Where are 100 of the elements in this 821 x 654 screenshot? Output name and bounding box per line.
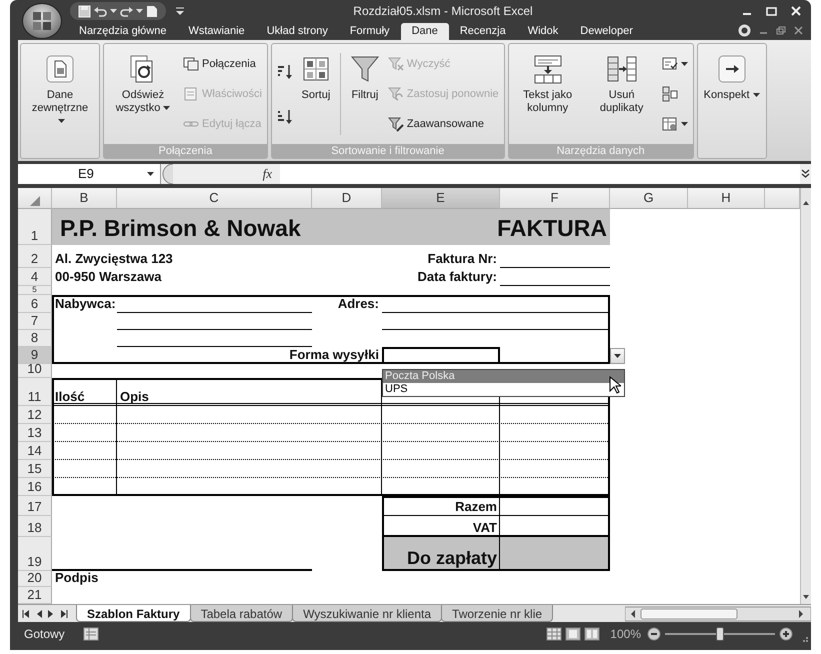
ribbon-tab[interactable]: Wstawianie [177, 23, 256, 40]
sheet-tab[interactable]: Tworzenie nr klie [441, 605, 554, 622]
record-macro-icon[interactable] [82, 627, 99, 641]
spreadsheet-cell-text: Razem [454, 499, 498, 516]
column-header[interactable]: C [117, 188, 312, 209]
help-icon[interactable] [738, 24, 751, 37]
ribbon-button[interactable]: Zaawansowane [386, 115, 501, 133]
row-header[interactable]: 15 [18, 460, 52, 478]
row-header[interactable]: 16 [18, 478, 52, 496]
column-header[interactable]: G [610, 188, 688, 209]
spreadsheet-cell-text: Opis [119, 389, 150, 406]
what-if-icon [662, 116, 678, 132]
row-header[interactable]: 9 [18, 347, 52, 364]
zoom-level[interactable]: 100% [610, 625, 641, 643]
ribbon-button[interactable]: Usuń duplikaty [586, 47, 658, 141]
row-header[interactable]: 13 [18, 424, 52, 442]
ribbon-button[interactable]: Tekst jako kolumny [512, 47, 584, 141]
spreadsheet-cell-text: VAT [472, 520, 498, 537]
row-header[interactable]: 18 [18, 516, 52, 537]
last-sheet-icon[interactable] [60, 610, 68, 618]
ribbon-tab[interactable]: Układ strony [256, 23, 339, 40]
column-header[interactable]: H [688, 188, 765, 209]
spreadsheet-cell-text: Ilość [54, 389, 86, 406]
row-header[interactable]: 1 [18, 209, 52, 245]
row-header[interactable]: 12 [18, 406, 52, 424]
dropdown-option[interactable]: Poczta Polska [383, 370, 624, 383]
row-header[interactable]: 11 [18, 378, 52, 406]
zoom-out-icon[interactable] [647, 627, 661, 641]
office-button[interactable] [22, 3, 62, 39]
column-header[interactable]: E [382, 188, 500, 209]
ribbon-button[interactable]: Połączenia [181, 55, 264, 73]
sort-descending-icon [276, 108, 293, 124]
column-header[interactable]: F [500, 188, 610, 209]
dropdown-list[interactable]: Poczta Polska UPS [382, 369, 625, 397]
horizontal-scrollbar[interactable] [625, 606, 811, 622]
sheet-tab[interactable]: Wyszukiwanie nr klienta [292, 605, 442, 622]
row-header[interactable]: 5 [18, 286, 52, 295]
spreadsheet-cell-text: Do zapłaty [406, 547, 498, 570]
spreadsheet-cell-text: 00-950 Warszawa [54, 269, 162, 286]
sort-ascending-icon [276, 64, 293, 80]
row-header[interactable]: 4 [18, 268, 52, 286]
row-header[interactable]: 2 [18, 245, 52, 268]
ribbon-tab[interactable]: Recenzja [448, 23, 517, 40]
row-header[interactable]: 7 [18, 313, 52, 330]
window-title: Rozdział05.xlsm - Microsoft Excel [352, 3, 534, 20]
ribbon-tab[interactable]: Dane [400, 23, 449, 40]
row-header[interactable]: 14 [18, 442, 52, 460]
clear-filter-icon [388, 56, 404, 72]
ribbon-button[interactable]: Filtruj [346, 47, 384, 141]
group-label: Narzędzia danych [508, 144, 693, 158]
first-sheet-icon[interactable] [22, 610, 30, 618]
column-header[interactable]: D [312, 188, 382, 209]
row-header[interactable]: 17 [18, 496, 52, 516]
row-header[interactable]: 10 [18, 364, 52, 378]
spreadsheet-cell-text: Adres: [336, 296, 380, 313]
page-layout-icon[interactable] [565, 627, 582, 641]
sheet-tab[interactable]: Tabela rabatów [190, 605, 294, 622]
select-all-icon[interactable] [28, 195, 40, 208]
dropdown-button[interactable] [610, 348, 625, 364]
ribbon-tab[interactable]: Deweloper [569, 23, 644, 40]
dropdown-option[interactable]: UPS [383, 383, 624, 396]
zoom-in-icon[interactable] [779, 627, 793, 641]
formula-field[interactable] [280, 164, 800, 184]
ribbon-button[interactable] [660, 115, 690, 133]
ribbon-tab[interactable]: Narzędzia główne [68, 23, 178, 40]
insert-function-button[interactable]: fx [262, 164, 272, 184]
active-cell[interactable] [382, 347, 500, 364]
page-break-icon[interactable] [584, 627, 600, 641]
spreadsheet-cell-text: Forma wysyłki [288, 347, 380, 364]
customize-icon[interactable] [176, 7, 184, 15]
undo-icon[interactable] [94, 4, 107, 18]
round-handle-icon[interactable] [161, 164, 175, 184]
column-header[interactable]: B [52, 188, 117, 209]
restore-icon[interactable] [776, 26, 786, 35]
row-header[interactable]: 19 [18, 537, 52, 571]
validation-icon [662, 56, 678, 72]
maximize-icon[interactable] [766, 6, 777, 16]
previous-sheet-icon[interactable] [36, 610, 42, 618]
row-header[interactable]: 8 [18, 330, 52, 347]
ribbon-button[interactable]: Sortuj [296, 47, 335, 141]
close-icon[interactable] [794, 26, 803, 35]
redo-icon[interactable] [120, 4, 133, 18]
new-document-icon[interactable] [146, 4, 158, 18]
name-box[interactable]: E9 [18, 164, 160, 184]
row-header[interactable]: 20 [18, 571, 52, 587]
spreadsheet-cell-text: Al. Zwycięstwa 123 [54, 251, 174, 268]
zoom-slider[interactable] [716, 627, 724, 641]
normal-view-icon[interactable] [546, 627, 562, 641]
properties-icon [183, 86, 199, 102]
vertical-scrollbar[interactable] [800, 188, 811, 604]
row-header[interactable]: 6 [18, 295, 52, 313]
ribbon-tab[interactable]: Formuły [338, 23, 401, 40]
ribbon-button[interactable]: Odśwież wszystko [107, 47, 179, 141]
expand-icon[interactable] [800, 164, 811, 184]
sheet-tab[interactable]: Szablon Faktury [76, 605, 191, 622]
save-icon[interactable] [78, 4, 91, 18]
row-header[interactable]: 21 [18, 587, 52, 604]
ribbon-tab[interactable]: Widok [516, 23, 570, 40]
advanced-filter-icon [388, 116, 404, 132]
next-sheet-icon[interactable] [48, 610, 54, 618]
